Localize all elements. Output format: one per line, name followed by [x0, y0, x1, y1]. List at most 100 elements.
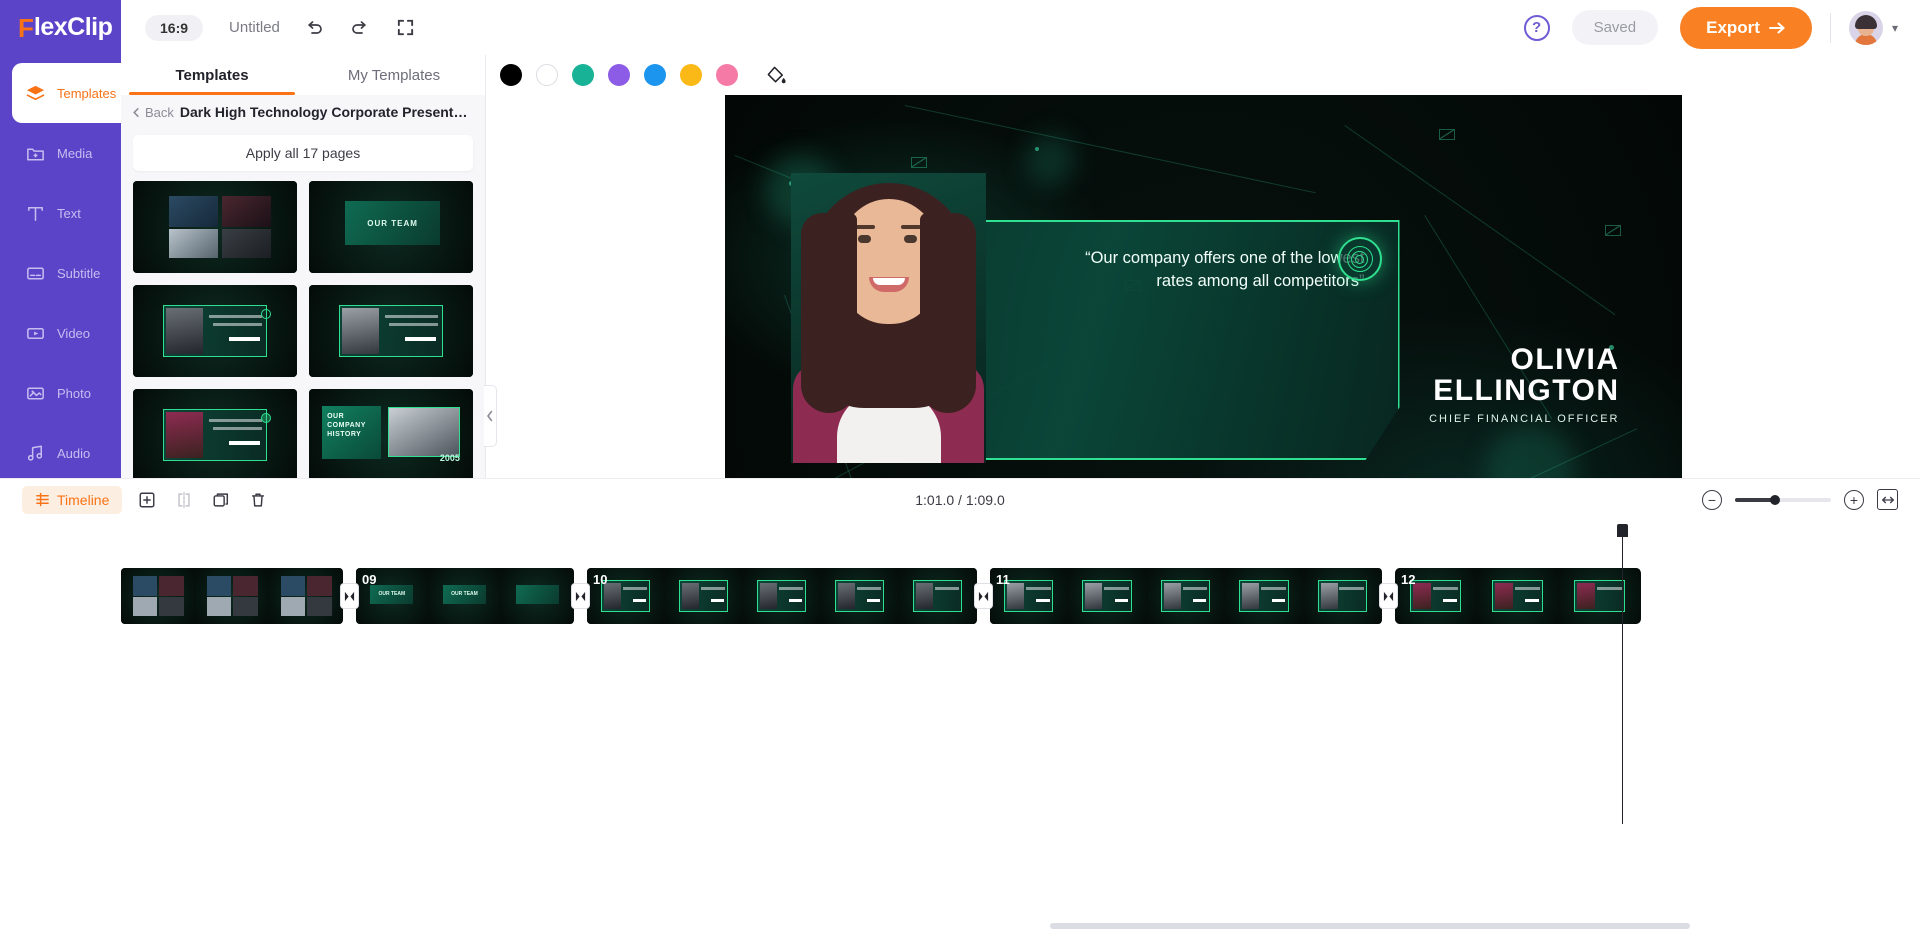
thumb-tile [221, 228, 271, 259]
timeline-clip-11[interactable]: 11 [990, 568, 1382, 624]
color-palette-bar [486, 55, 1920, 95]
thumb-tile [221, 195, 271, 227]
template-thumbnail-olivia-ellington[interactable] [133, 389, 297, 478]
person-name-line2: ELLINGTON [1433, 373, 1620, 407]
back-button[interactable]: Back [131, 105, 174, 120]
tab-templates[interactable]: Templates [121, 55, 303, 95]
sidebar-item-video[interactable]: Video [0, 303, 121, 363]
timeline-button[interactable]: Timeline [22, 485, 123, 514]
templates-panel: Templates My Templates Back Dark High Te… [121, 55, 497, 478]
template-thumbnail-samuel-walker[interactable] [309, 285, 473, 377]
fingerprint-icon [260, 308, 271, 319]
thumb-title-text: OUR TEAM [345, 201, 441, 246]
bg-network-node [1034, 147, 1039, 151]
export-button[interactable]: Export [1680, 6, 1812, 49]
paint-bucket-icon[interactable] [764, 63, 788, 87]
expand-icon[interactable] [394, 16, 418, 40]
arrow-right-icon [1768, 22, 1785, 33]
add-icon[interactable] [135, 488, 159, 512]
transition-marker[interactable] [341, 584, 358, 608]
duplicate-icon[interactable] [209, 488, 233, 512]
color-swatch-blue[interactable] [644, 64, 666, 86]
envelope-icon [1604, 225, 1621, 236]
timeline-zoom-slider[interactable] [1735, 494, 1831, 505]
timeline-clip-09[interactable]: 09 OUR TEAM OUR TEAM [356, 568, 574, 624]
photo-hair-front [919, 213, 976, 413]
transition-marker[interactable] [572, 584, 589, 608]
templates-tabs: Templates My Templates [121, 55, 485, 95]
clip-frame [121, 568, 195, 624]
trash-icon[interactable] [246, 488, 270, 512]
sidebar-item-subtitle[interactable]: Subtitle [0, 243, 121, 303]
zoom-out-icon[interactable]: − [1702, 489, 1722, 510]
chevron-left-icon [486, 410, 493, 422]
thumb-quote-line [388, 323, 439, 327]
top-bar-right: ? Saved Export ▾ [1523, 6, 1920, 49]
split-icon[interactable] [172, 488, 196, 512]
clip-frame [1146, 568, 1226, 624]
avatar[interactable] [1848, 10, 1883, 45]
subtitle-icon [24, 262, 46, 284]
color-swatch-black[interactable] [500, 64, 522, 86]
timeline-icon [36, 492, 49, 507]
thumb-name-line [229, 440, 261, 445]
chevron-down-icon[interactable]: ▾ [1892, 21, 1898, 35]
color-swatch-purple[interactable] [608, 64, 630, 86]
tab-my-templates[interactable]: My Templates [303, 55, 485, 95]
redo-icon[interactable] [348, 16, 372, 40]
zoom-slider-fill [1735, 497, 1776, 502]
transition-marker[interactable] [1380, 584, 1397, 608]
back-button-label: Back [145, 104, 174, 120]
panel-collapse-toggle[interactable] [484, 385, 497, 447]
thumb-tile [169, 228, 219, 259]
aspect-ratio-button[interactable]: 16:9 [145, 14, 204, 41]
timeline-clip-grid[interactable] [121, 568, 343, 624]
template-thumbnail-history-2005[interactable]: OUR COMPANY HISTORY 2005 [309, 389, 473, 478]
fingerprint-icon [1337, 237, 1382, 281]
quote-text: “Our company offers one of the lowest ra… [1085, 249, 1365, 291]
sidebar-item-audio[interactable]: Audio [0, 423, 121, 483]
color-swatch-pink[interactable] [716, 64, 738, 86]
timeline-horizontal-scrollbar[interactable] [1050, 923, 1690, 929]
sidebar-item-photo[interactable]: Photo [0, 363, 121, 423]
fit-width-icon[interactable] [1877, 489, 1898, 510]
clip-frame [501, 568, 574, 624]
template-thumbnail-network-construct[interactable] [133, 181, 297, 273]
clip-frame [195, 568, 269, 624]
timeline-clip-row: 09 OUR TEAM OUR TEAM 10 11 12 [121, 566, 1643, 626]
color-swatch-teal[interactable] [572, 64, 594, 86]
clip-number: 09 [362, 572, 377, 587]
zoom-slider-handle[interactable] [1770, 494, 1781, 505]
template-thumbnail-our-team[interactable]: OUR TEAM [309, 181, 473, 273]
sidebar-item-templates[interactable]: Templates [12, 63, 121, 123]
photo-eye [903, 235, 917, 243]
template-thumbnail-jeong-chan-woo[interactable] [133, 285, 297, 377]
transition-marker[interactable] [975, 584, 992, 608]
thumb-person [165, 412, 203, 458]
help-icon[interactable]: ? [1523, 14, 1550, 41]
sidebar-item-text[interactable]: Text [0, 183, 121, 243]
clip-frame [1477, 568, 1559, 624]
timeline-zoom-controls: − + [1702, 489, 1898, 510]
photo-icon [24, 382, 46, 404]
thumb-quote-line [208, 315, 263, 319]
thumb-card [162, 409, 268, 461]
timeline-playhead[interactable] [1617, 524, 1628, 824]
color-swatch-yellow[interactable] [680, 64, 702, 86]
apply-all-pages-button[interactable]: Apply all 17 pages [133, 135, 473, 171]
sidebar-item-media[interactable]: Media [0, 123, 121, 183]
zoom-in-icon[interactable]: + [1844, 489, 1864, 510]
envelope-icon [1438, 129, 1455, 140]
timeline-tracks[interactable]: 09 OUR TEAM OUR TEAM 10 11 12 [0, 520, 1920, 943]
project-title[interactable]: Untitled [229, 19, 280, 36]
thumb-person [341, 308, 379, 354]
text-icon [24, 202, 46, 224]
color-swatch-white[interactable] [536, 64, 558, 86]
timeline-clip-10[interactable]: 10 [587, 568, 977, 624]
timeline-clip-12[interactable]: 12 [1393, 566, 1643, 626]
saved-status[interactable]: Saved [1571, 10, 1659, 45]
app-logo[interactable]: FlexClip [0, 0, 121, 55]
sidebar-item-label: Video [57, 325, 91, 341]
undo-icon[interactable] [302, 16, 326, 40]
sidebar-item-label: Subtitle [57, 265, 101, 281]
